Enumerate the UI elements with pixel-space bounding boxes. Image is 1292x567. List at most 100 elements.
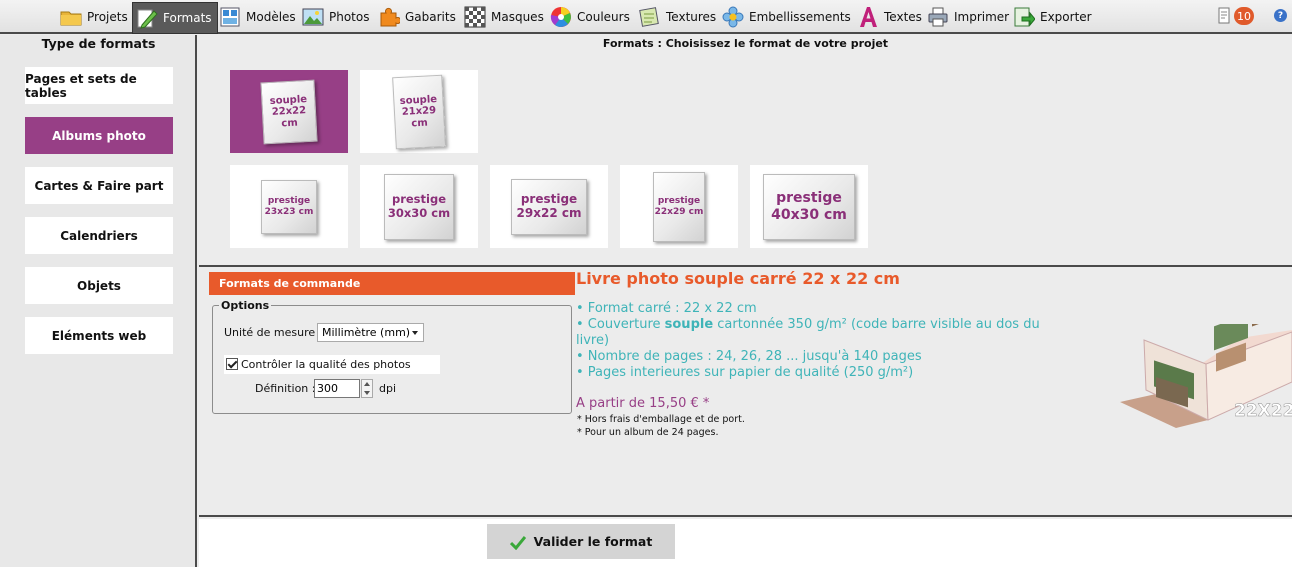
definition-input[interactable]: 300: [314, 379, 360, 398]
main-toolbar: Projets Formats Modèles Photos Gabarits: [0, 0, 1292, 34]
album-preview-image: 22X22: [1116, 288, 1292, 442]
feature-item: • Pages interieures sur papier de qualit…: [576, 365, 914, 380]
sidebar-title: Type de formats: [41, 36, 156, 51]
format-size: 21x29 cm: [401, 104, 437, 129]
toolbar-exporter[interactable]: Exporter: [1013, 3, 1092, 31]
sidebar-item-cartes[interactable]: Cartes & Faire part: [25, 167, 173, 204]
format-type: prestige: [657, 196, 701, 207]
quality-checkbox[interactable]: [226, 358, 238, 370]
options-group: Options Unité de mesure : Millimètre (mm…: [212, 299, 572, 414]
format-size: 23x23 cm: [264, 206, 314, 217]
toolbar-projets[interactable]: Projets: [60, 3, 128, 31]
toolbar-textures[interactable]: Textures: [639, 3, 716, 31]
cart-document-icon[interactable]: [1217, 7, 1233, 25]
price-note-pages: * Pour un album de 24 pages.: [577, 427, 719, 438]
format-prestige-30x30[interactable]: prestige 30x30 cm: [360, 165, 478, 248]
sidebar-item-objets[interactable]: Objets: [25, 267, 173, 304]
export-icon: [1013, 6, 1036, 28]
book-cover: prestige 40x30 cm: [763, 173, 855, 240]
help-icon[interactable]: ?: [1274, 9, 1287, 22]
format-type: prestige: [391, 192, 447, 207]
toolbar-couleurs[interactable]: Couleurs: [550, 3, 630, 31]
product-price: A partir de 15,50 € *: [576, 396, 710, 411]
quality-check-row: Contrôler la qualité des photos: [224, 355, 440, 374]
definition-label: Définition :: [255, 382, 316, 395]
unit-select-value: Millimètre (mm): [322, 326, 411, 339]
unit-select[interactable]: Millimètre (mm): [317, 323, 424, 342]
printer-icon: [927, 6, 949, 28]
notification-badge[interactable]: 10: [1234, 7, 1254, 25]
format-prestige-22x29[interactable]: prestige 22x29 cm: [620, 165, 738, 248]
sidebar-item-pages-sets[interactable]: Pages et sets de tables: [25, 67, 173, 104]
feature-item: • Format carré : 22 x 22 cm: [576, 301, 757, 316]
validate-format-label: Valider le format: [533, 534, 653, 549]
format-size: 30x30 cm: [387, 205, 451, 220]
toolbar-modeles[interactable]: Modèles: [219, 3, 296, 31]
book-cover: prestige 22x29 cm: [653, 171, 705, 242]
format-prestige-23x23[interactable]: prestige 23x23 cm: [230, 165, 348, 248]
checkerboard-icon: [464, 6, 486, 28]
album-size-label: 22X22: [1234, 401, 1292, 421]
toolbar-gabarits[interactable]: Gabarits: [378, 3, 456, 31]
letter-a-icon: [857, 6, 879, 28]
toolbar-masques[interactable]: Masques: [464, 3, 544, 31]
footer-bar: Valider le format: [199, 519, 1292, 567]
toolbar-label: Projets: [87, 10, 128, 24]
checkmark-icon: [509, 534, 526, 550]
validate-format-button[interactable]: Valider le format: [487, 524, 675, 559]
book-cover: prestige 30x30 cm: [384, 173, 454, 240]
toolbar-label: Exporter: [1040, 10, 1092, 24]
definition-unit: dpi: [379, 382, 397, 395]
formats-pencil-icon: [136, 7, 158, 29]
options-legend: Options: [219, 299, 272, 312]
format-souple-22x22[interactable]: souple 22x22 cm: [230, 70, 348, 153]
toolbar-label: Textures: [666, 10, 717, 24]
chevron-down-icon: [412, 331, 418, 335]
quality-check-label[interactable]: Contrôler la qualité des photos: [241, 358, 411, 371]
formats-panel: Formats : Choisissez le format de votre …: [199, 35, 1292, 267]
format-type: prestige: [267, 196, 311, 207]
toolbar-label: Embellissements: [749, 10, 851, 24]
sidebar-item-calendriers[interactable]: Calendriers: [25, 217, 173, 254]
toolbar-label: Gabarits: [405, 10, 456, 24]
feature-item: • Nombre de pages : 24, 26, 28 ... jusqu…: [576, 349, 922, 364]
sidebar-item-albums-photo[interactable]: Albums photo: [25, 117, 173, 154]
formats-title: Formats : Choisissez le format de votre …: [602, 37, 889, 50]
format-prestige-29x22[interactable]: prestige 29x22 cm: [490, 165, 608, 248]
feature-item: • Couverture souple cartonnée 350 g/m² (…: [576, 317, 1040, 348]
book-cover: prestige 23x23 cm: [261, 179, 317, 234]
toolbar-textes[interactable]: Textes: [857, 3, 922, 31]
color-wheel-icon: [550, 6, 572, 28]
puzzle-icon: [378, 6, 402, 28]
app-window: Projets Formats Modèles Photos Gabarits: [0, 0, 1292, 567]
toolbar-label: Formats: [163, 11, 212, 25]
unit-label: Unité de mesure :: [224, 326, 323, 339]
toolbar-imprimer[interactable]: Imprimer: [927, 3, 1009, 31]
product-features: • Format carré : 22 x 22 cm • Couverture…: [576, 301, 1056, 381]
format-size: 40x30 cm: [771, 206, 847, 223]
toolbar-label: Textes: [884, 10, 922, 24]
product-title: Livre photo souple carré 22 x 22 cm: [576, 269, 900, 288]
format-type: prestige: [776, 190, 842, 207]
toolbar-photos[interactable]: Photos: [302, 3, 369, 31]
format-souple-21x29[interactable]: souple 21x29 cm: [360, 70, 478, 153]
layout-icon: [219, 6, 241, 28]
toolbar-label: Modèles: [246, 10, 296, 24]
toolbar-formats[interactable]: Formats: [132, 2, 218, 34]
sidebar-item-elements-web[interactable]: Eléments web: [25, 317, 173, 354]
spin-up-icon[interactable]: [364, 382, 370, 386]
format-prestige-40x30[interactable]: prestige 40x30 cm: [750, 165, 868, 248]
definition-spinner[interactable]: [361, 379, 373, 398]
price-note-shipping: * Hors frais d'emballage et de port.: [577, 414, 745, 425]
book-cover: prestige 29x22 cm: [511, 178, 587, 235]
order-formats-panel: Formats de commande Options Unité de mes…: [199, 269, 1292, 517]
texture-icon: [639, 6, 661, 28]
toolbar-label: Photos: [329, 10, 370, 24]
toolbar-label: Masques: [491, 10, 544, 24]
flower-icon: [722, 6, 744, 28]
toolbar-embellissements[interactable]: Embellissements: [722, 3, 851, 31]
toolbar-label: Couleurs: [577, 10, 630, 24]
format-size: 22x22 cm: [271, 104, 307, 129]
spin-down-icon[interactable]: [364, 391, 370, 395]
format-type-sidebar: Type de formats Pages et sets de tables …: [0, 35, 197, 567]
